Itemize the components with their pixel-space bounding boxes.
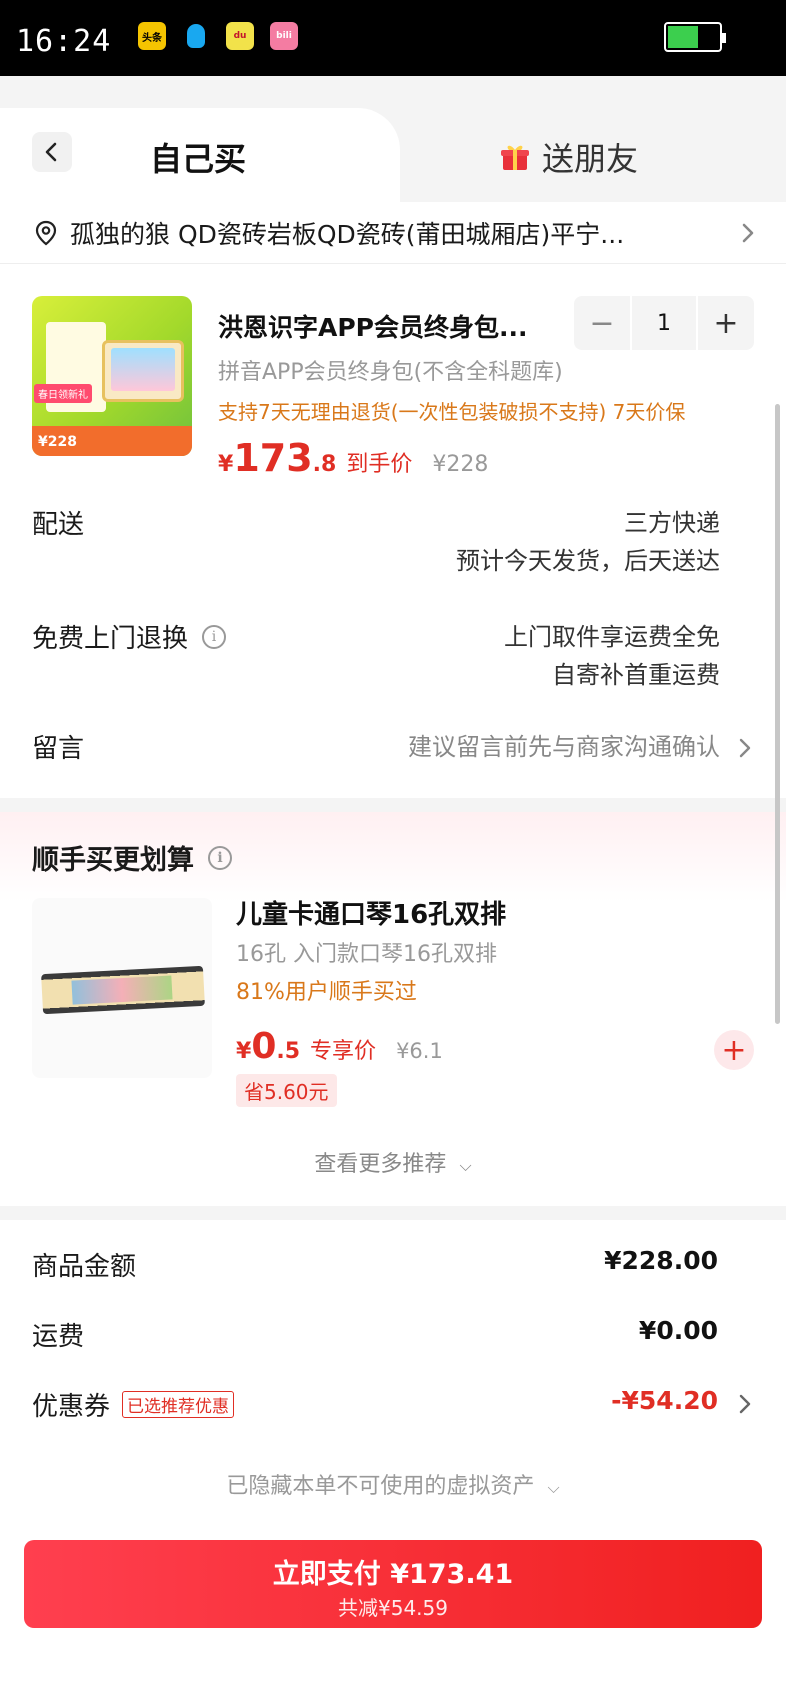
recommend-section: 顺手买更划算 i 儿童卡通口琴16孔双排 16孔 入门款口琴16孔双排 81%用… — [0, 812, 786, 1206]
free-return-label: 免费上门退换 i — [32, 618, 227, 655]
coupon-value: -¥54.20 — [611, 1386, 718, 1415]
bilibili-icon: bili — [270, 22, 298, 50]
recommend-item-stat: 81%用户顺手买过 — [236, 980, 417, 1005]
recommend-item-sku: 16孔 入门款口琴16孔双排 — [236, 942, 497, 967]
product-title[interactable]: 洪恩识字APP会员终身包... — [218, 308, 558, 344]
shipping-fee-label: 运费 — [32, 1322, 85, 1352]
goods-amount-row: 商品金额 ¥228.00 — [32, 1246, 754, 1286]
delivery-label: 配送 — [32, 510, 85, 540]
chevron-down-icon: ⌵ — [459, 1156, 472, 1175]
status-bar: 16:24 头条 du bili — [0, 0, 786, 76]
coupon-label: 优惠券 已选推荐优惠 — [32, 1386, 235, 1423]
product-policy: 支持7天无理由退货(一次性包装破损不支持) 7天价保 — [218, 400, 686, 424]
battery-level — [668, 26, 698, 48]
quantity-value[interactable]: 1 — [632, 296, 696, 350]
product-image-badge: 春日领新礼 — [34, 384, 92, 403]
gift-icon — [501, 145, 529, 170]
increase-quantity-button[interactable]: + — [698, 296, 754, 350]
delivery-row: 配送 三方快递 预计今天发货，后天送达 — [32, 504, 720, 584]
back-button[interactable] — [32, 132, 72, 172]
quantity-stepper: − 1 + — [574, 296, 754, 350]
price-decimal: .8 — [312, 452, 337, 477]
free-return-value: 上门取件享运费全免 自寄补首重运费 — [504, 618, 720, 694]
chevron-right-icon[interactable] — [736, 736, 754, 760]
shipping-address-row[interactable]: 孤独的狼 QD瓷砖岩板QD瓷砖(莆田城厢店)平宁... — [0, 202, 786, 264]
status-time: 16:24 — [16, 24, 112, 59]
shipping-fee-value: ¥0.00 — [638, 1316, 718, 1345]
toutiao-icon: 头条 — [138, 22, 166, 50]
shipping-fee-row: 运费 ¥0.00 — [32, 1316, 754, 1356]
return-pickup-text: 上门取件享运费全免 — [504, 623, 720, 651]
original-price: ¥228 — [432, 452, 489, 477]
price-integer: 173 — [233, 436, 313, 480]
goods-amount-value: ¥228.00 — [604, 1246, 718, 1275]
recommend-title: 顺手买更划算 i — [32, 838, 232, 877]
delivery-estimate: 预计今天发货，后天送达 — [456, 547, 720, 575]
recommend-item-name[interactable]: 儿童卡通口琴16孔双排 — [236, 894, 506, 931]
goods-amount-label: 商品金额 — [32, 1252, 137, 1282]
product-price: ¥ 173 .8 到手价 ¥228 — [218, 436, 488, 480]
pay-discount-label: 共减¥54.59 — [338, 1596, 448, 1620]
more-recommendations-button[interactable]: 查看更多推荐 ⌵ — [0, 1146, 786, 1178]
tab-send-friend-label: 送朋友 — [542, 140, 639, 178]
product-image[interactable]: 春日领新礼 ¥228 — [32, 296, 192, 456]
recommend-item-price: ¥ 0 .5 专享价 ¥6.1 — [236, 1026, 443, 1067]
tab-send-friend[interactable]: 送朋友 — [500, 134, 638, 180]
scrollbar[interactable] — [775, 404, 780, 1024]
price-label: 到手价 — [346, 452, 413, 477]
coupon-row[interactable]: 优惠券 已选推荐优惠 -¥54.20 — [32, 1386, 754, 1426]
chevron-right-icon — [739, 1394, 751, 1414]
message-hint: 建议留言前先与商家沟通确认 — [408, 733, 720, 761]
location-pin-icon — [35, 220, 57, 245]
message-row[interactable]: 留言 建议留言前先与商家沟通确认 — [32, 728, 720, 768]
pay-now-button[interactable]: 立即支付 ¥173.41 共减¥54.59 — [24, 1540, 762, 1628]
dewu-icon: du — [226, 22, 254, 50]
recommend-item-image[interactable] — [32, 898, 212, 1078]
hidden-assets-toggle[interactable]: 已隐藏本单不可使用的虚拟资产 ⌵ — [0, 1468, 786, 1500]
price-currency: ¥ — [218, 452, 234, 477]
qq-icon — [182, 22, 210, 50]
delivery-value: 三方快递 预计今天发货，后天送达 — [456, 504, 720, 580]
address-text: 孤独的狼 QD瓷砖岩板QD瓷砖(莆田城厢店)平宁... — [70, 219, 625, 249]
section-divider — [0, 798, 786, 812]
pay-now-label: 立即支付 ¥173.41 — [272, 1559, 514, 1590]
message-label: 留言 — [32, 734, 85, 764]
decrease-quantity-button[interactable]: − — [574, 296, 630, 350]
order-summary: 商品金额 ¥228.00 运费 ¥0.00 优惠券 已选推荐优惠 -¥54.20… — [0, 1220, 786, 1520]
tab-self-buy-label[interactable]: 自己买 — [150, 134, 246, 180]
purchase-mode-tabs: 自己买 送朋友 — [0, 76, 786, 202]
battery-icon — [664, 22, 726, 52]
chevron-right-icon — [742, 223, 754, 242]
product-sku[interactable]: 拼音APP会员终身包(不含全科题库) — [218, 354, 563, 386]
delivery-method: 三方快递 — [624, 509, 720, 537]
info-icon[interactable]: i — [208, 845, 232, 870]
free-return-row: 免费上门退换 i 上门取件享运费全免 自寄补首重运费 — [32, 618, 720, 698]
chevron-left-icon — [45, 142, 57, 162]
product-card: 春日领新礼 ¥228 洪恩识字APP会员终身包... − 1 + 拼音APP会员… — [0, 264, 786, 798]
section-divider — [0, 1206, 786, 1220]
return-self-ship-text: 自寄补首重运费 — [552, 661, 720, 689]
chevron-down-icon: ⌵ — [547, 1478, 560, 1497]
coupon-tag: 已选推荐优惠 — [122, 1391, 235, 1418]
product-image-price: ¥228 — [38, 434, 77, 450]
savings-badge: 省5.60元 — [236, 1074, 337, 1107]
add-recommend-button[interactable]: + — [714, 1030, 754, 1070]
info-icon[interactable]: i — [202, 624, 227, 649]
